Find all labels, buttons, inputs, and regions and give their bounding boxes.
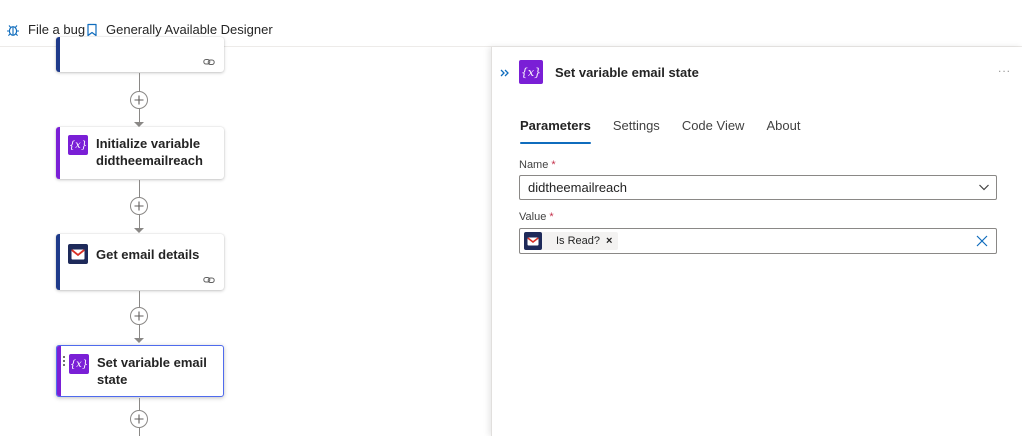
variable-icon: {x} xyxy=(519,60,543,84)
card-title: Initialize variable didtheemailreach xyxy=(96,136,203,168)
link-icon xyxy=(203,277,215,283)
connector-arrow xyxy=(134,338,144,343)
plus-icon xyxy=(134,311,144,321)
required-marker: * xyxy=(551,159,556,171)
plus-icon xyxy=(134,201,144,211)
file-bug-button[interactable]: File a bug xyxy=(6,22,85,37)
flow-card-initialize-variable[interactable]: {x} Initialize variable didtheemailreach xyxy=(56,127,224,179)
designer-canvas[interactable]: {x} Initialize variable didtheemailreach xyxy=(0,37,491,436)
collapse-panel-button[interactable] xyxy=(500,66,510,81)
card-title: Get email details xyxy=(96,247,200,262)
card-accent xyxy=(56,127,60,179)
variable-icon: {x} xyxy=(68,135,88,155)
connector-line xyxy=(139,398,140,410)
add-step-button[interactable] xyxy=(130,410,148,428)
connector-line xyxy=(139,215,140,229)
bookmark-icon xyxy=(87,23,97,36)
tab-code-view[interactable]: Code View xyxy=(682,118,745,144)
remove-token-button[interactable]: × xyxy=(606,235,612,247)
card-title: Set variable email state xyxy=(97,355,207,387)
details-panel: {x} Set variable email state ... Paramet… xyxy=(491,47,1022,436)
connector-line xyxy=(139,291,140,307)
connector-line xyxy=(139,109,140,123)
gmail-icon xyxy=(68,244,88,264)
add-step-button[interactable] xyxy=(130,91,148,109)
panel-tabs: Parameters Settings Code View About xyxy=(520,118,822,144)
double-chevron-right-icon xyxy=(500,69,509,77)
name-field-label: Name * xyxy=(519,159,556,171)
flow-card-set-variable[interactable]: {x} Set variable email state xyxy=(56,345,224,397)
more-options-button[interactable]: ... xyxy=(998,61,1011,75)
name-dropdown-value: didtheemailreach xyxy=(528,180,628,195)
link-icon xyxy=(203,59,215,65)
card-accent xyxy=(56,37,60,72)
file-bug-label: File a bug xyxy=(28,22,86,37)
dynamic-content-token[interactable]: Is Read? × xyxy=(524,232,619,250)
gmail-icon xyxy=(524,232,542,250)
flow-card-previous-action[interactable] xyxy=(56,37,224,72)
connector-line xyxy=(139,428,140,436)
add-step-button[interactable] xyxy=(130,197,148,215)
tab-settings[interactable]: Settings xyxy=(613,118,660,144)
add-step-button[interactable] xyxy=(130,307,148,325)
plus-icon xyxy=(134,414,144,424)
plus-icon xyxy=(134,95,144,105)
value-input[interactable]: Is Read? × xyxy=(519,228,997,254)
clear-icon[interactable] xyxy=(976,235,988,247)
flow-card-get-email-details[interactable]: Get email details xyxy=(56,234,224,290)
value-field-label: Value * xyxy=(519,211,554,223)
variable-icon: {x} xyxy=(69,354,89,374)
connector-line xyxy=(139,325,140,339)
connector-arrow xyxy=(134,228,144,233)
card-accent xyxy=(57,346,61,396)
required-marker: * xyxy=(549,211,554,223)
panel-header: {x} Set variable email state ... xyxy=(492,47,1022,97)
token-label: Is Read? xyxy=(556,235,601,247)
page: File a bug Generally Available Designer xyxy=(0,0,1022,436)
chevron-down-icon xyxy=(979,184,989,191)
designer-label: Generally Available Designer xyxy=(106,22,273,37)
name-dropdown[interactable]: didtheemailreach xyxy=(519,175,997,200)
tab-about[interactable]: About xyxy=(766,118,800,144)
panel-title: Set variable email state xyxy=(555,65,699,80)
tab-parameters[interactable]: Parameters xyxy=(520,118,591,144)
card-accent xyxy=(56,234,60,290)
bug-icon xyxy=(7,24,19,36)
generally-available-designer-button[interactable]: Generally Available Designer xyxy=(86,22,273,37)
drag-handle[interactable] xyxy=(63,356,66,368)
